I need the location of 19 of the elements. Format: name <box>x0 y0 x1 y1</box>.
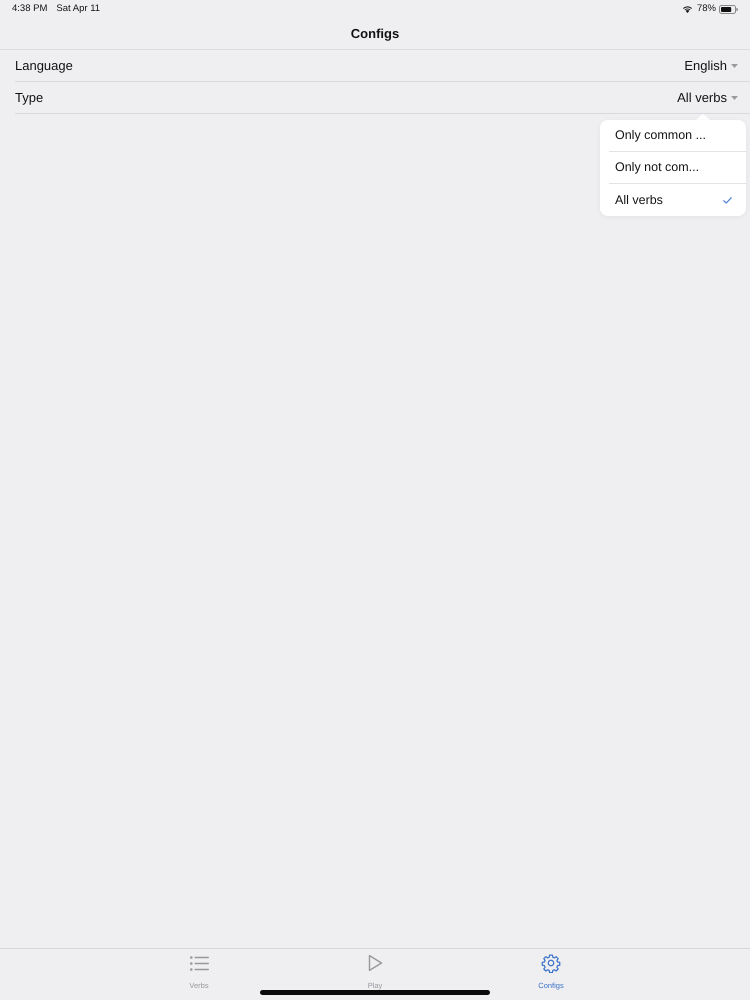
menu-option[interactable]: All verbs <box>609 184 746 216</box>
battery-percentage: 78% <box>696 2 716 16</box>
battery-icon <box>719 4 738 14</box>
list-icon <box>190 956 208 970</box>
settings-icon <box>541 953 561 973</box>
setting-label: Type <box>15 88 44 107</box>
dropdown-button[interactable]: All verbs <box>677 88 738 108</box>
dropdown-button[interactable]: English <box>684 56 738 76</box>
menu-option[interactable]: Only not com... <box>609 152 746 184</box>
play-icon <box>368 954 382 972</box>
wifi-icon <box>682 5 693 13</box>
setting-label: Language <box>15 56 73 75</box>
navigation-title: Configs <box>350 24 400 43</box>
caret-down-icon <box>731 96 738 100</box>
menu-option[interactable]: Only common ... <box>609 120 746 152</box>
status-date: Sat Apr 11 <box>56 2 100 16</box>
status-time: 4:38 PM <box>12 2 48 16</box>
caret-down-icon <box>731 64 738 68</box>
checkmark-icon <box>723 196 732 204</box>
